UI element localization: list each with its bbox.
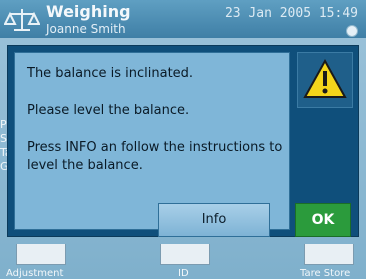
ok-button[interactable]: OK: [295, 203, 351, 237]
date-time: 23 Jan 2005 15:49: [224, 6, 358, 21]
settings-gear-icon[interactable]: [346, 25, 358, 37]
id-softkey[interactable]: [160, 244, 210, 265]
adjustment-softkey[interactable]: [16, 244, 66, 265]
message-line-1: The balance is inclinated.: [27, 66, 194, 81]
softkey-label-tare-store: Tare Store: [300, 268, 351, 279]
message-line-2: Please level the balance.: [27, 103, 190, 118]
tare-store-softkey[interactable]: [304, 244, 354, 265]
softkey-label-id: ID: [178, 268, 189, 279]
page-title: Weighing: [46, 2, 131, 21]
message-line-3: Press INFO an follow the instructions to…: [27, 140, 283, 173]
warning-icon-box: [297, 52, 353, 108]
header-bar: Weighing Joanne Smith 23 Jan 2005 15:49: [0, 0, 366, 38]
softkey-bar: Adjustment ID Tare Store: [0, 244, 366, 279]
info-button[interactable]: Info: [158, 203, 270, 237]
warning-icon: [303, 58, 347, 98]
balance-scale-icon: [4, 9, 40, 31]
warning-dialog: The balance is inclinated. Please level …: [8, 46, 358, 237]
user-name: Joanne Smith: [46, 22, 126, 36]
softkey-label-adjustment: Adjustment: [6, 268, 64, 279]
